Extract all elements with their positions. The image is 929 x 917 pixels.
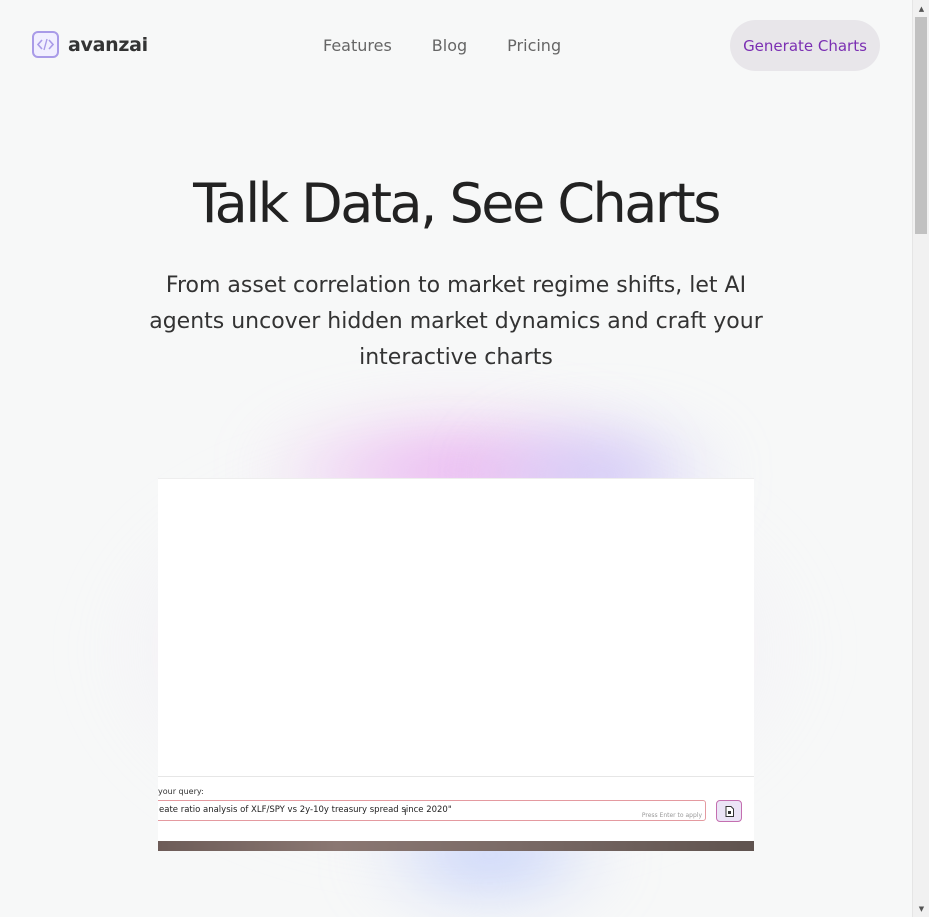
generate-charts-button[interactable]: Generate Charts — [730, 20, 880, 71]
query-input[interactable]: eate ratio analysis of XLF/SPY vs 2y-10y… — [158, 800, 706, 821]
video-footer — [158, 841, 754, 851]
logo-text: avanzai — [68, 33, 148, 56]
scroll-thumb[interactable] — [915, 17, 927, 234]
code-icon — [32, 31, 59, 58]
nav-features[interactable]: Features — [323, 36, 392, 55]
submit-query-button[interactable] — [716, 800, 742, 822]
scrollbar[interactable]: ▲ ▼ — [912, 0, 929, 917]
hero-subtitle: From asset correlation to market regime … — [149, 273, 763, 370]
logo[interactable]: avanzai — [32, 31, 148, 58]
document-icon — [725, 805, 734, 817]
scroll-up-arrow-icon[interactable]: ▲ — [913, 0, 929, 17]
scroll-down-arrow-icon[interactable]: ▼ — [913, 900, 929, 917]
query-bar: your query: eate ratio analysis of XLF/S… — [158, 776, 754, 842]
query-text: eate ratio analysis of XLF/SPY vs 2y-10y… — [159, 805, 452, 815]
nav-pricing[interactable]: Pricing — [507, 36, 561, 55]
enter-hint: Press Enter to apply — [641, 812, 702, 819]
nav-blog[interactable]: Blog — [432, 36, 467, 55]
page: avanzai Features Blog Pricing Generate C… — [0, 0, 912, 917]
hero-title: Talk Data, See Charts — [193, 172, 721, 235]
demo-video: your query: eate ratio analysis of XLF/S… — [158, 478, 754, 851]
text-cursor-icon: I — [404, 808, 407, 818]
query-label: your query: — [158, 787, 204, 796]
main-nav: Features Blog Pricing — [323, 36, 561, 55]
chart-canvas — [158, 479, 754, 776]
